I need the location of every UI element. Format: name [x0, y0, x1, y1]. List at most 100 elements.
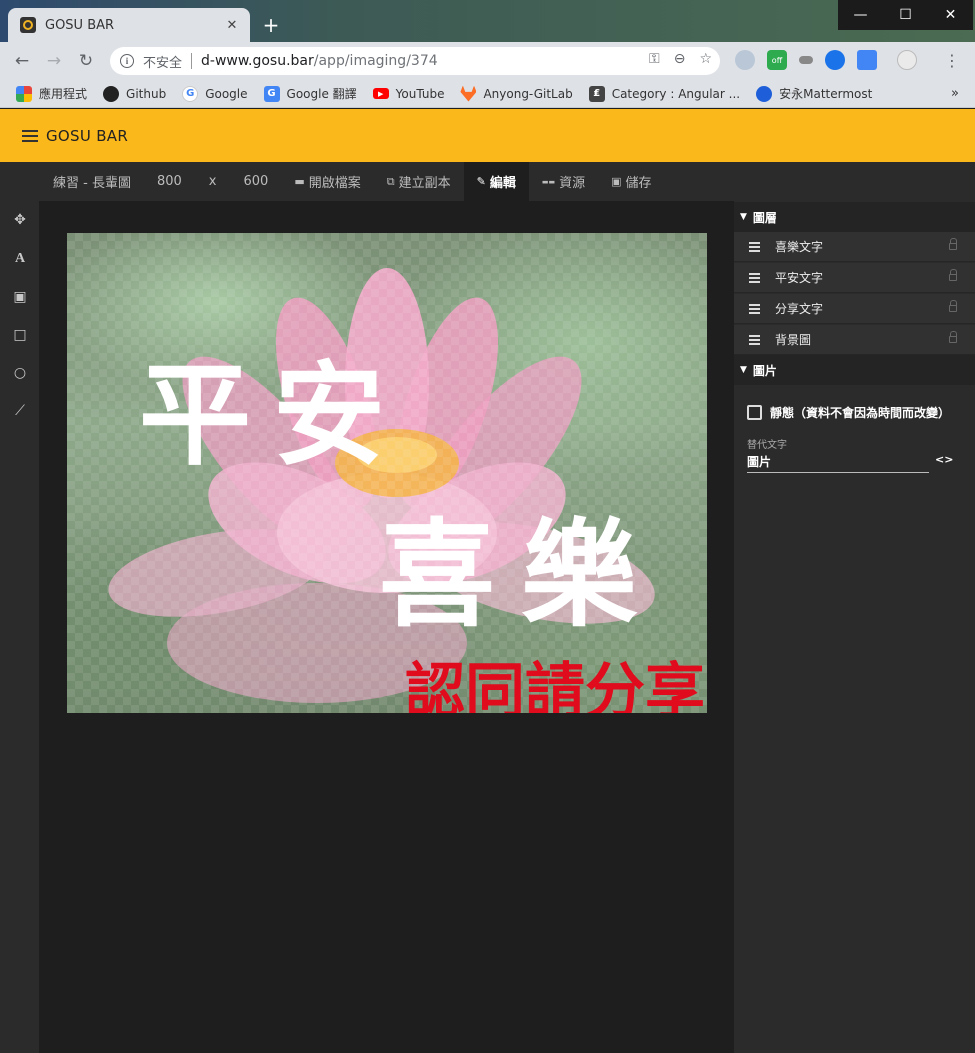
extension-circle-icon[interactable] [825, 50, 845, 70]
code-toggle-icon[interactable]: <> [935, 453, 953, 466]
layers-title: 圖層 [752, 210, 777, 225]
lock-icon[interactable] [949, 238, 957, 250]
save-button[interactable]: ▣ 儲存 [598, 162, 664, 201]
layer-item[interactable]: 平安文字 [734, 263, 975, 293]
static-checkbox[interactable] [747, 405, 762, 420]
layer-text-pingan[interactable]: 平安 [139, 325, 407, 487]
bookmark-apps[interactable]: 應用程式 [16, 85, 87, 102]
layer-text-share[interactable]: 認同請分享 [405, 643, 705, 713]
bookmark-label: Github [126, 86, 167, 101]
apps-grid-icon [16, 85, 32, 102]
gitlab-icon [460, 85, 477, 102]
bookmark-angular-category[interactable]: ₤ Category : Angular ... [588, 85, 741, 102]
drag-handle-icon[interactable] [749, 335, 760, 345]
drag-handle-icon[interactable] [749, 242, 760, 252]
lock-icon[interactable] [949, 300, 957, 312]
dimension-separator: x [208, 174, 217, 189]
bookmark-label: Category : Angular ... [611, 86, 741, 101]
canvas-width[interactable]: 800 [144, 162, 195, 201]
bookmark-star-icon[interactable]: ☆ [699, 51, 712, 67]
chevron-down-icon: ▼ [740, 365, 747, 375]
lock-icon[interactable] [949, 331, 957, 343]
canvas-height[interactable]: 600 [231, 162, 282, 201]
move-tool-icon[interactable]: ✥ [8, 208, 32, 232]
layer-name: 分享文字 [775, 302, 824, 316]
layer-text-xile[interactable]: 喜樂 [379, 481, 663, 649]
layers-section-header[interactable]: ▼ 圖層 [734, 202, 975, 232]
tool-rail: ✥ A ▣ □ ○ ⟋ [0, 201, 39, 1053]
site-info-icon[interactable]: i [120, 54, 134, 68]
omnibox-actions: ⚿ ⊖ ☆ [649, 51, 712, 67]
back-button[interactable]: ← [6, 47, 38, 75]
github-icon [103, 85, 120, 102]
new-tab-button[interactable]: + [258, 12, 284, 38]
drag-handle-icon[interactable] [749, 304, 760, 314]
zoom-icon[interactable]: ⊖ [674, 51, 686, 67]
extension-translate-icon[interactable] [857, 50, 877, 70]
open-file-button[interactable]: ▬ 開啟檔案 [281, 162, 373, 201]
browser-tab[interactable]: GOSU BAR ✕ [8, 8, 250, 42]
maximize-window-button[interactable]: ☐ [883, 0, 928, 30]
close-tab-icon[interactable]: ✕ [220, 13, 244, 37]
layer-item[interactable]: 分享文字 [734, 294, 975, 324]
lock-icon[interactable] [949, 269, 957, 281]
chart-tool-icon[interactable]: ⟋ [8, 399, 32, 423]
duplicate-button[interactable]: ⧉ 建立副本 [374, 162, 464, 201]
design-canvas[interactable]: 平安 喜樂 認同請分享 [67, 233, 707, 713]
drag-handle-icon[interactable] [749, 273, 760, 283]
google-translate-icon: G [263, 85, 280, 102]
bookmark-label: Google 翻譯 [286, 87, 357, 101]
tab-resources[interactable]: ▬▬ 資源 [529, 162, 598, 201]
text-tool-icon[interactable]: A [8, 247, 32, 271]
more-bookmarks-icon[interactable]: » [951, 86, 959, 101]
layer-item[interactable]: 背景圖 [734, 325, 975, 355]
category-icon: ₤ [588, 85, 605, 102]
layer-name: 平安文字 [775, 271, 824, 285]
bookmark-google-translate[interactable]: G Google 翻譯 [263, 85, 357, 102]
password-key-icon[interactable]: ⚿ [649, 51, 660, 67]
alt-text-label: 替代文字 [747, 440, 787, 451]
rectangle-tool-icon[interactable]: □ [8, 323, 32, 347]
close-window-button[interactable]: ✕ [928, 0, 973, 30]
minimize-window-button[interactable]: — [838, 0, 883, 30]
copy-icon: ⧉ [386, 174, 395, 188]
bookmark-mattermost[interactable]: 安永Mattermost [756, 85, 872, 102]
bookmark-google[interactable]: G Google [182, 85, 248, 102]
youtube-icon: ▶ [372, 88, 389, 99]
reload-button[interactable]: ↻ [70, 47, 102, 75]
url-host: d-www.gosu.bar [201, 53, 314, 69]
bookmark-label: Google [205, 86, 248, 101]
alt-text-input[interactable]: 圖片 [747, 451, 929, 473]
static-checkbox-label: 靜態（資料不會因為時間而改變） [770, 406, 951, 420]
hamburger-menu-icon[interactable] [22, 129, 38, 142]
circle-tool-icon[interactable]: ○ [8, 361, 32, 385]
omnibox-divider [191, 53, 193, 69]
bookmark-gitlab[interactable]: Anyong-GitLab [460, 85, 573, 102]
chrome-menu-icon[interactable]: ⋮ [944, 51, 960, 70]
bookmark-label: 安永Mattermost [779, 87, 873, 101]
image-section-header[interactable]: ▼ 圖片 [734, 355, 975, 385]
address-bar[interactable]: i 不安全 d-www.gosu.bar/app/imaging/374 ⚿ ⊖… [110, 47, 720, 75]
bookmark-youtube[interactable]: ▶ YouTube [372, 87, 444, 101]
bookmark-github[interactable]: Github [103, 85, 167, 102]
folder-icon: ▬ [294, 175, 305, 188]
tab-edit[interactable]: ✎ 編輯 [463, 162, 529, 201]
edit-label: 編輯 [489, 176, 516, 191]
bookmark-label: 應用程式 [39, 87, 88, 101]
document-name[interactable]: 練習 - 長輩圖 [0, 162, 144, 201]
extension-glasses-icon[interactable] [799, 56, 813, 64]
layer-name: 背景圖 [775, 333, 812, 347]
bookmarks-bar: 應用程式 Github G Google G Google 翻譯 ▶ YouTu… [0, 80, 975, 108]
profile-avatar-icon[interactable] [897, 50, 917, 70]
app-title: GOSU BAR [46, 126, 129, 145]
save-icon: ▣ [611, 175, 622, 188]
static-option[interactable]: 靜態（資料不會因為時間而改變） [747, 404, 950, 421]
resources-label: 資源 [559, 176, 586, 191]
extension-sync-icon[interactable] [735, 50, 755, 70]
extension-off-icon[interactable]: off [767, 50, 787, 70]
layer-item[interactable]: 喜樂文字 [734, 232, 975, 262]
save-label: 儲存 [625, 176, 652, 191]
forward-button[interactable]: → [38, 47, 70, 75]
image-tool-icon[interactable]: ▣ [8, 285, 32, 309]
app-header: GOSU BAR [0, 109, 975, 162]
